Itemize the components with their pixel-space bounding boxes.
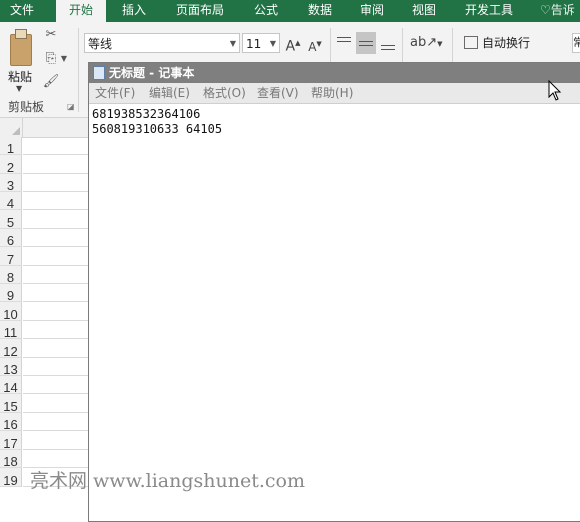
- row-header[interactable]: 19: [0, 468, 22, 488]
- chevron-down-icon: ▼: [229, 39, 236, 48]
- number-format-select[interactable]: 常: [572, 33, 580, 53]
- number-format-value: 常: [573, 36, 580, 49]
- notepad-text-area[interactable]: 681938532364106 560819310633 64105: [92, 107, 222, 137]
- align-top-icon[interactable]: [334, 32, 354, 54]
- clipboard-dialog-launcher-icon[interactable]: ◪: [67, 102, 75, 111]
- row-header[interactable]: 14: [0, 376, 22, 395]
- paste-label: 粘贴: [8, 70, 33, 84]
- font-name-value: 等线: [88, 37, 113, 51]
- gridline: [23, 393, 92, 394]
- gridline: [23, 301, 92, 302]
- gridline: [23, 412, 92, 413]
- wrap-text-icon: [464, 36, 478, 49]
- gridline: [23, 357, 92, 358]
- chevron-down-icon: ▼: [269, 39, 276, 48]
- tab-developer[interactable]: 开发工具: [456, 0, 522, 22]
- tab-file[interactable]: 文件: [0, 0, 44, 22]
- tab-insert[interactable]: 插入: [112, 0, 156, 22]
- gridline: [23, 449, 92, 450]
- increase-font-size-icon[interactable]: A▲: [284, 33, 302, 57]
- gridline: [23, 154, 92, 155]
- notepad-title: 无标题 - 记事本: [109, 66, 195, 80]
- row-header[interactable]: 6: [0, 229, 22, 248]
- row-header[interactable]: 16: [0, 413, 22, 432]
- tab-formulas[interactable]: 公式: [244, 0, 288, 22]
- gridline: [23, 320, 92, 321]
- gridline: [23, 430, 92, 431]
- tab-view[interactable]: 视图: [402, 0, 446, 22]
- ribbon-tab-bar: 文件 开始 插入 页面布局 公式 数据 审阅 视图 开发工具 ♡告诉: [0, 0, 580, 22]
- mouse-cursor-icon: [548, 80, 562, 101]
- row-header[interactable]: 12: [0, 339, 22, 359]
- row-header[interactable]: 17: [0, 431, 22, 451]
- row-header[interactable]: 3: [0, 174, 22, 193]
- clipboard-clip-icon: [15, 29, 27, 39]
- row-header[interactable]: 8: [0, 266, 22, 285]
- ribbon-separator: [78, 28, 79, 112]
- gridline: [23, 265, 92, 266]
- worksheet[interactable]: 1 2 3 4 5 6 7 8 9 10 11 12 13 14 15 16 17 18 19: [0, 118, 92, 510]
- watermark: 亮术网 www.liangshunet.com: [30, 470, 305, 492]
- align-bottom-icon[interactable]: [378, 32, 398, 54]
- gridline: [23, 173, 92, 174]
- row-header[interactable]: 1: [0, 137, 22, 156]
- gridline: [23, 283, 92, 284]
- row-header[interactable]: 15: [0, 394, 22, 414]
- menu-view[interactable]: 查看(V): [257, 83, 299, 103]
- row-header[interactable]: 5: [0, 210, 22, 230]
- row-header[interactable]: 10: [0, 302, 22, 322]
- notepad-menu-bar: 文件(F) 编辑(E) 格式(O) 查看(V) 帮助(H): [89, 83, 580, 104]
- copy-dropdown-icon[interactable]: ▼: [58, 49, 70, 69]
- column-header[interactable]: [23, 118, 92, 138]
- menu-format[interactable]: 格式(O): [203, 83, 246, 103]
- row-header[interactable]: 4: [0, 192, 22, 211]
- tab-home[interactable]: 开始: [56, 0, 106, 22]
- row-header[interactable]: 9: [0, 284, 22, 303]
- gridline: [23, 191, 92, 192]
- wrap-text-label: 自动换行: [482, 36, 531, 50]
- row-header[interactable]: 2: [0, 155, 22, 175]
- decrease-font-size-icon[interactable]: A▼: [306, 34, 324, 57]
- menu-file[interactable]: 文件(F): [95, 83, 135, 103]
- text-line: 560819310633 64105: [92, 122, 223, 136]
- notepad-title-bar[interactable]: 无标题 - 记事本: [89, 63, 580, 83]
- gridline: [23, 338, 92, 339]
- select-all-corner[interactable]: [0, 118, 23, 138]
- row-header[interactable]: 13: [0, 358, 22, 377]
- align-middle-icon[interactable]: [356, 32, 376, 54]
- font-size-select[interactable]: 11 ▼: [242, 33, 280, 53]
- text-line: 681938532364106: [92, 107, 201, 121]
- format-painter-icon[interactable]: 🖌: [40, 72, 62, 92]
- row-header[interactable]: 11: [0, 321, 22, 340]
- menu-edit[interactable]: 编辑(E): [149, 83, 190, 103]
- gridline: [23, 375, 92, 376]
- gridline: [23, 209, 92, 210]
- paste-button[interactable]: 粘贴 ▼: [4, 26, 36, 93]
- tab-review[interactable]: 审阅: [350, 0, 394, 22]
- orientation-icon[interactable]: ab↗▼: [410, 33, 443, 54]
- notepad-icon: [93, 66, 105, 80]
- notepad-window[interactable]: 无标题 - 记事本 文件(F) 编辑(E) 格式(O) 查看(V) 帮助(H) …: [88, 62, 580, 522]
- tell-me-label: 告诉: [550, 3, 575, 17]
- gridline: [23, 228, 92, 229]
- menu-help[interactable]: 帮助(H): [311, 83, 353, 103]
- clipboard-group-label: 剪贴板: [8, 100, 45, 114]
- row-header[interactable]: 7: [0, 247, 22, 267]
- font-name-select[interactable]: 等线 ▼: [84, 33, 240, 53]
- wrap-text-button[interactable]: 自动换行: [462, 33, 530, 53]
- tell-me[interactable]: ♡告诉: [540, 0, 575, 22]
- cut-icon[interactable]: ✂: [40, 25, 62, 45]
- row-header[interactable]: 18: [0, 450, 22, 469]
- gridline: [23, 246, 92, 247]
- tab-page-layout[interactable]: 页面布局: [168, 0, 232, 22]
- font-size-value: 11: [246, 37, 262, 51]
- paste-dropdown-icon[interactable]: ▼: [16, 84, 22, 93]
- tab-data[interactable]: 数据: [298, 0, 342, 22]
- lightbulb-icon: ♡: [540, 3, 551, 17]
